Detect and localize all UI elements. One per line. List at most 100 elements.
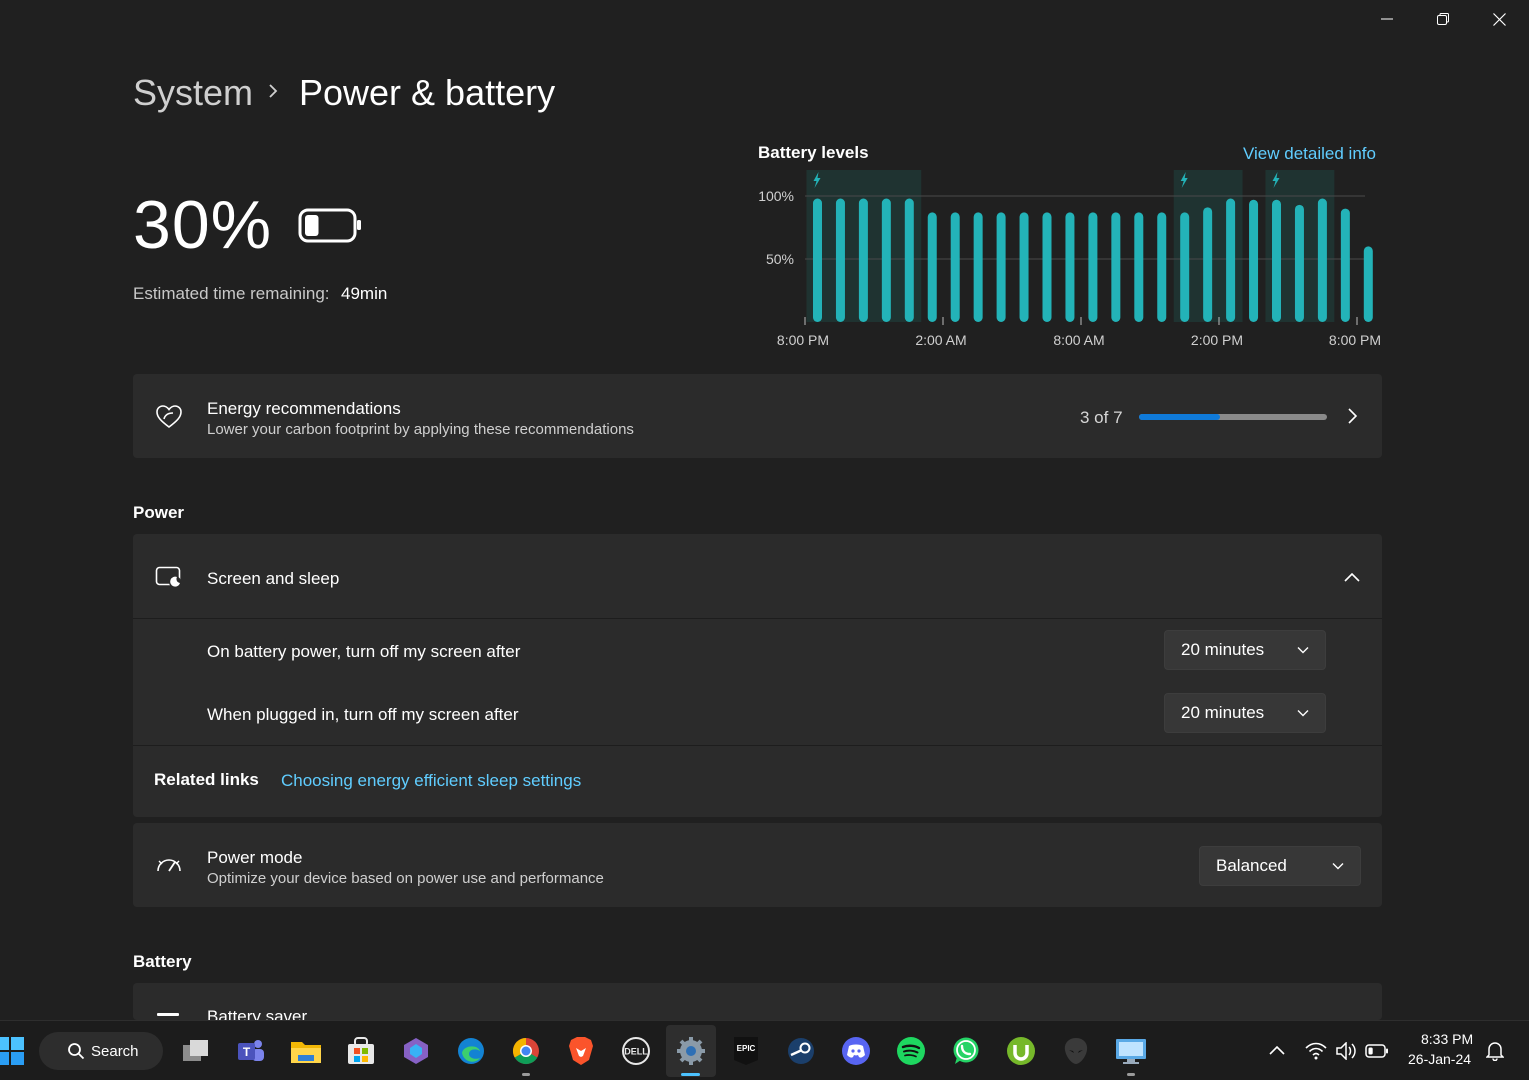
close-icon bbox=[1493, 12, 1506, 26]
chevron-down-icon bbox=[1297, 647, 1309, 654]
epic-games-icon[interactable]: EPIC bbox=[730, 1035, 762, 1067]
power-section-heading: Power bbox=[133, 503, 185, 522]
restore-button[interactable] bbox=[1414, 0, 1471, 38]
page-title: Power & battery bbox=[299, 72, 556, 113]
battery-levels-chart: 100% 50% 8:00 PM 2:00 AM 8:00 AM 2:00 PM 8:00 … bbox=[758, 170, 1381, 348]
dell-icon[interactable]: DELL bbox=[620, 1035, 652, 1067]
battery-level-bar bbox=[835, 198, 845, 322]
battery-saver-icon bbox=[157, 1013, 179, 1016]
battery-level-bar bbox=[927, 212, 937, 322]
show-hidden-icons-chevron-icon[interactable] bbox=[1261, 1035, 1293, 1067]
teams-icon[interactable]: T bbox=[235, 1035, 267, 1067]
power-mode-subtitle: Optimize your device based on power use … bbox=[207, 870, 604, 887]
volume-icon[interactable] bbox=[1331, 1035, 1363, 1067]
battery-saver-title: Battery saver bbox=[207, 1007, 308, 1020]
battery-level-bar bbox=[1088, 212, 1098, 322]
battery-screen-off-value: 20 minutes bbox=[1181, 640, 1265, 659]
battery-level-bar bbox=[1317, 198, 1327, 322]
x-tick-label: 2:00 AM bbox=[915, 332, 966, 348]
screen-sleep-header[interactable]: Screen and sleep bbox=[133, 534, 1382, 618]
battery-level-bar bbox=[950, 212, 960, 322]
battery-screen-off-dropdown[interactable]: 20 minutes bbox=[1164, 630, 1326, 670]
notifications-bell-icon[interactable] bbox=[1479, 1035, 1511, 1067]
running-indicator bbox=[1127, 1073, 1135, 1076]
energy-title: Energy recommendations bbox=[207, 399, 401, 418]
taskbar-clock-time[interactable]: 8:33 PM bbox=[1421, 1031, 1473, 1047]
copilot-icon[interactable] bbox=[400, 1035, 432, 1067]
x-tick-label: 8:00 AM bbox=[1053, 332, 1104, 348]
battery-level-bar bbox=[1180, 212, 1190, 322]
battery-level-bar bbox=[1042, 212, 1052, 322]
y-tick-label: 100% bbox=[758, 188, 794, 204]
taskbar-search[interactable]: Search bbox=[39, 1032, 163, 1070]
battery-percent: 30% bbox=[133, 187, 273, 263]
spotify-icon[interactable] bbox=[895, 1035, 927, 1067]
steam-icon[interactable] bbox=[785, 1035, 817, 1067]
y-tick-label: 50% bbox=[766, 251, 794, 267]
x-tick-label: 2:00 PM bbox=[1191, 332, 1243, 348]
chrome-icon[interactable] bbox=[510, 1035, 542, 1067]
battery-level-bar bbox=[1134, 212, 1144, 322]
remote-desktop-icon[interactable] bbox=[1115, 1035, 1147, 1067]
alienware-icon[interactable] bbox=[1060, 1035, 1092, 1067]
file-explorer-icon[interactable] bbox=[290, 1035, 322, 1067]
task-view-icon[interactable] bbox=[180, 1035, 212, 1067]
battery-level-bar bbox=[1294, 204, 1304, 322]
power-mode-card: Power mode Optimize your device based on… bbox=[133, 823, 1382, 907]
minimize-icon bbox=[1380, 18, 1393, 20]
battery-screen-off-label: On battery power, turn off my screen aft… bbox=[207, 642, 521, 661]
battery-level-bar bbox=[996, 212, 1006, 322]
screen-sleep-card: Screen and sleep On battery power, turn … bbox=[133, 534, 1382, 817]
chevron-down-icon bbox=[1297, 710, 1309, 717]
plugged-screen-off-label: When plugged in, turn off my screen afte… bbox=[207, 705, 519, 724]
battery-level-bar bbox=[1111, 212, 1121, 322]
plugged-screen-off-value: 20 minutes bbox=[1181, 703, 1265, 722]
x-tick-label: 8:00 PM bbox=[777, 332, 829, 348]
battery-level-bar bbox=[1065, 212, 1075, 322]
battery-level-bar bbox=[1203, 207, 1213, 322]
start-icon[interactable] bbox=[0, 1035, 26, 1067]
breadcrumb-system[interactable]: System bbox=[133, 72, 253, 114]
battery-level-bar bbox=[904, 198, 914, 322]
search-icon bbox=[68, 1043, 85, 1060]
battery-level-bar bbox=[1249, 199, 1259, 322]
battery-level-bar bbox=[1019, 212, 1029, 322]
battery-level-bar bbox=[1157, 212, 1167, 322]
battery-tray-icon[interactable] bbox=[1361, 1035, 1393, 1067]
divider bbox=[133, 745, 1382, 746]
energy-recommendations-card[interactable]: Energy recommendations Lower your carbon… bbox=[133, 374, 1382, 458]
settings-icon[interactable] bbox=[666, 1025, 716, 1077]
energy-progress-text: 3 of 7 bbox=[1080, 408, 1123, 427]
power-mode-value: Balanced bbox=[1216, 856, 1287, 875]
estimated-time-value: 49min bbox=[341, 284, 388, 303]
energy-sleep-settings-link[interactable]: Choosing energy efficient sleep settings bbox=[281, 771, 581, 791]
wifi-icon[interactable] bbox=[1300, 1035, 1332, 1067]
breadcrumb-chevron-icon bbox=[266, 80, 280, 107]
battery-level-bar bbox=[973, 212, 983, 322]
utorrent-icon[interactable] bbox=[1005, 1035, 1037, 1067]
brave-icon[interactable] bbox=[565, 1035, 597, 1067]
chevron-right-icon bbox=[1346, 407, 1358, 430]
divider bbox=[133, 618, 1382, 619]
battery-level-bar bbox=[1226, 198, 1236, 322]
energy-progress-bar bbox=[1139, 414, 1327, 420]
battery-icon bbox=[298, 207, 362, 250]
discord-icon[interactable] bbox=[840, 1035, 872, 1067]
x-tick-label: 8:00 PM bbox=[1329, 332, 1381, 348]
search-label: Search bbox=[91, 1042, 139, 1060]
power-mode-title: Power mode bbox=[207, 848, 303, 867]
battery-saver-card[interactable]: Battery saver bbox=[133, 983, 1382, 1020]
edge-icon[interactable] bbox=[455, 1035, 487, 1067]
microsoft-store-icon[interactable] bbox=[345, 1035, 377, 1067]
energy-subtitle: Lower your carbon footprint by applying … bbox=[207, 421, 634, 438]
active-indicator bbox=[681, 1073, 700, 1076]
whatsapp-icon[interactable] bbox=[950, 1035, 982, 1067]
estimated-time-label: Estimated time remaining: bbox=[133, 284, 330, 303]
taskbar-clock-date[interactable]: 26-Jan-24 bbox=[1408, 1051, 1471, 1067]
related-links-label: Related links bbox=[154, 770, 259, 789]
plugged-screen-off-dropdown[interactable]: 20 minutes bbox=[1164, 693, 1326, 733]
screen-sleep-icon bbox=[155, 566, 183, 595]
minimize-button[interactable] bbox=[1358, 0, 1415, 38]
close-button[interactable] bbox=[1471, 0, 1528, 38]
power-mode-dropdown[interactable]: Balanced bbox=[1199, 846, 1361, 886]
